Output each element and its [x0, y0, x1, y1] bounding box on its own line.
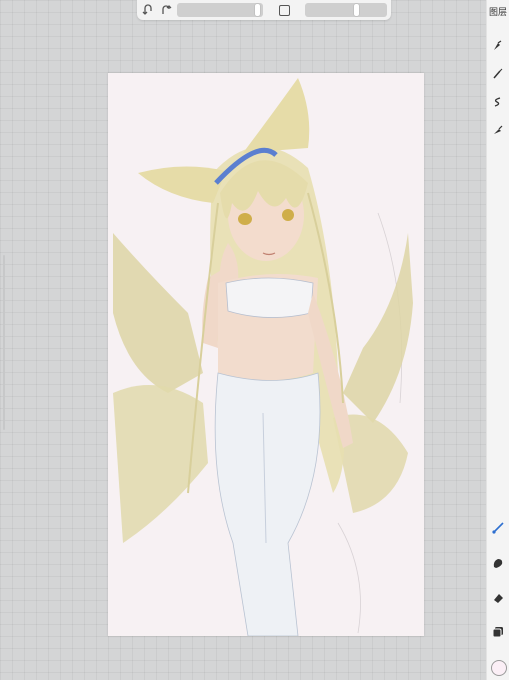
fox-ear-left: [138, 166, 226, 203]
airbrush-icon[interactable]: [490, 122, 506, 138]
opacity-slider[interactable]: [305, 3, 387, 17]
brush-size-thumb[interactable]: [255, 4, 260, 16]
eraser-icon[interactable]: [490, 590, 506, 606]
brush-icon[interactable]: [490, 520, 506, 536]
tail-left-lower: [113, 385, 208, 543]
tail-left-upper: [113, 233, 203, 393]
drawing-canvas[interactable]: [108, 73, 424, 636]
right-toolbar: 图层: [486, 0, 509, 680]
leggings: [214, 372, 321, 636]
layers-label[interactable]: 图层: [487, 8, 509, 18]
crop-top: [225, 277, 314, 318]
eye-right: [282, 209, 294, 221]
pencil-icon[interactable]: [490, 66, 506, 82]
smudge-icon[interactable]: [490, 94, 506, 110]
tail-right-upper: [343, 233, 413, 423]
current-color-swatch[interactable]: [491, 660, 507, 676]
color-picker-square-icon[interactable]: [279, 5, 290, 16]
redo-arrow-icon[interactable]: [158, 2, 174, 18]
top-toolbar: [137, 0, 391, 20]
smudge-finger-icon[interactable]: [490, 555, 506, 571]
pen-icon[interactable]: [490, 38, 506, 54]
undo-arrow-icon[interactable]: [140, 2, 156, 18]
layers-icon[interactable]: [490, 624, 506, 640]
artwork: [113, 78, 413, 636]
brush-size-slider[interactable]: [177, 3, 263, 17]
fox-ear-right: [243, 78, 310, 153]
opacity-thumb[interactable]: [354, 4, 359, 16]
eye-left: [238, 213, 252, 225]
side-slider-handle[interactable]: [3, 255, 5, 430]
